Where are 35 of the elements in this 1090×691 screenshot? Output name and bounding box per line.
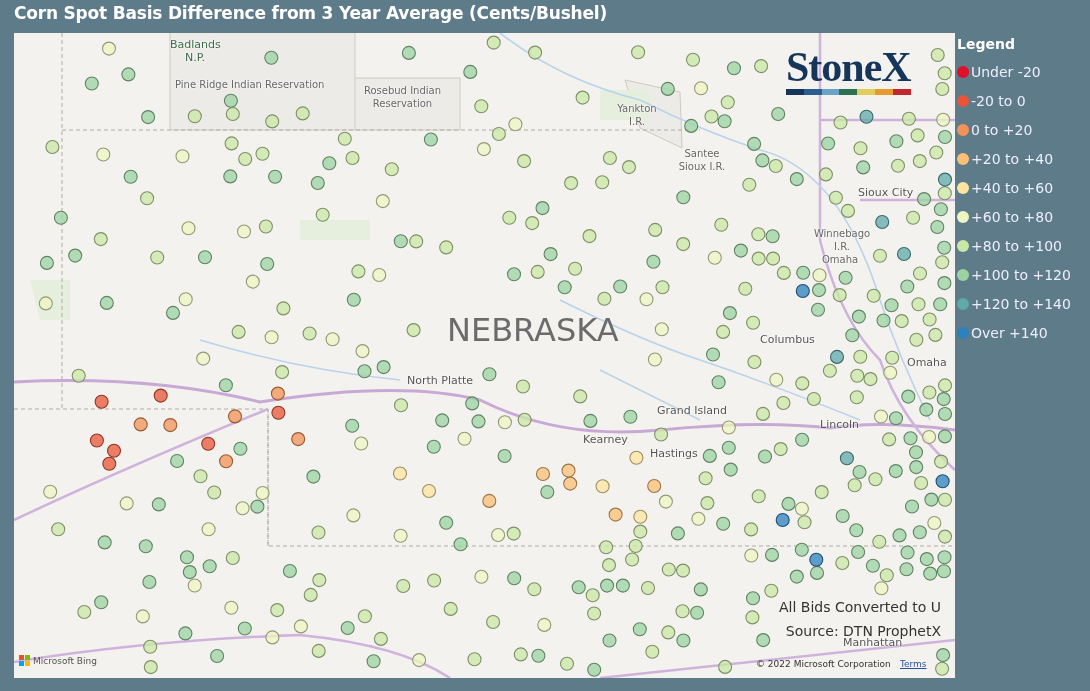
legend-label: Under -20 xyxy=(971,63,1041,80)
logo-text: StoneX xyxy=(786,45,911,89)
area-label: Santee Sioux I.R. xyxy=(677,147,727,173)
legend-label: Over +140 xyxy=(971,324,1048,341)
city-label: Sioux City xyxy=(858,186,914,199)
brand-text: Microsoft Bing xyxy=(33,655,97,666)
legend-label: +20 to +40 xyxy=(971,150,1054,167)
city-label: Grand Island xyxy=(657,404,727,417)
city-label: Kearney xyxy=(583,433,628,446)
city-label: Columbus xyxy=(760,333,815,346)
legend-label: +60 to +80 xyxy=(971,208,1054,225)
area-label: Yankton I.R. xyxy=(616,102,658,128)
area-label: Winnebago I.R. xyxy=(812,227,872,253)
map-note: Source: DTN ProphetX xyxy=(785,623,941,639)
terms-link[interactable]: Terms xyxy=(900,659,927,669)
city-label: Lincoln xyxy=(820,418,859,431)
map-note: All Bids Converted to U xyxy=(779,599,941,615)
legend-label: 0 to +20 xyxy=(971,121,1033,138)
legend-label: +120 to +140 xyxy=(971,295,1071,312)
copyright-text: © 2022 Microsoft Corporation xyxy=(756,659,891,669)
area-label: Pine Ridge Indian Reservation xyxy=(175,78,325,91)
city-label: North Platte xyxy=(407,374,474,387)
legend-label: +40 to +60 xyxy=(971,179,1054,196)
city-label: Manhattan xyxy=(843,636,903,649)
park-label: Badlands N.P. xyxy=(170,38,220,64)
area-label: Omaha xyxy=(822,253,859,266)
legend-label: +100 to +120 xyxy=(971,266,1071,283)
legend-title: Legend xyxy=(957,36,1016,52)
state-label: NEBRASKA xyxy=(447,312,619,348)
city-label: Omaha xyxy=(907,356,947,369)
legend-label: +80 to +100 xyxy=(971,237,1062,254)
legend-label: -20 to 0 xyxy=(971,92,1026,109)
chart-title: Corn Spot Basis Difference from 3 Year Average (Cents/Bushel) xyxy=(14,3,607,23)
area-label: Rosebud Indian Reservation xyxy=(362,84,443,110)
city-label: Hastings xyxy=(650,447,698,460)
